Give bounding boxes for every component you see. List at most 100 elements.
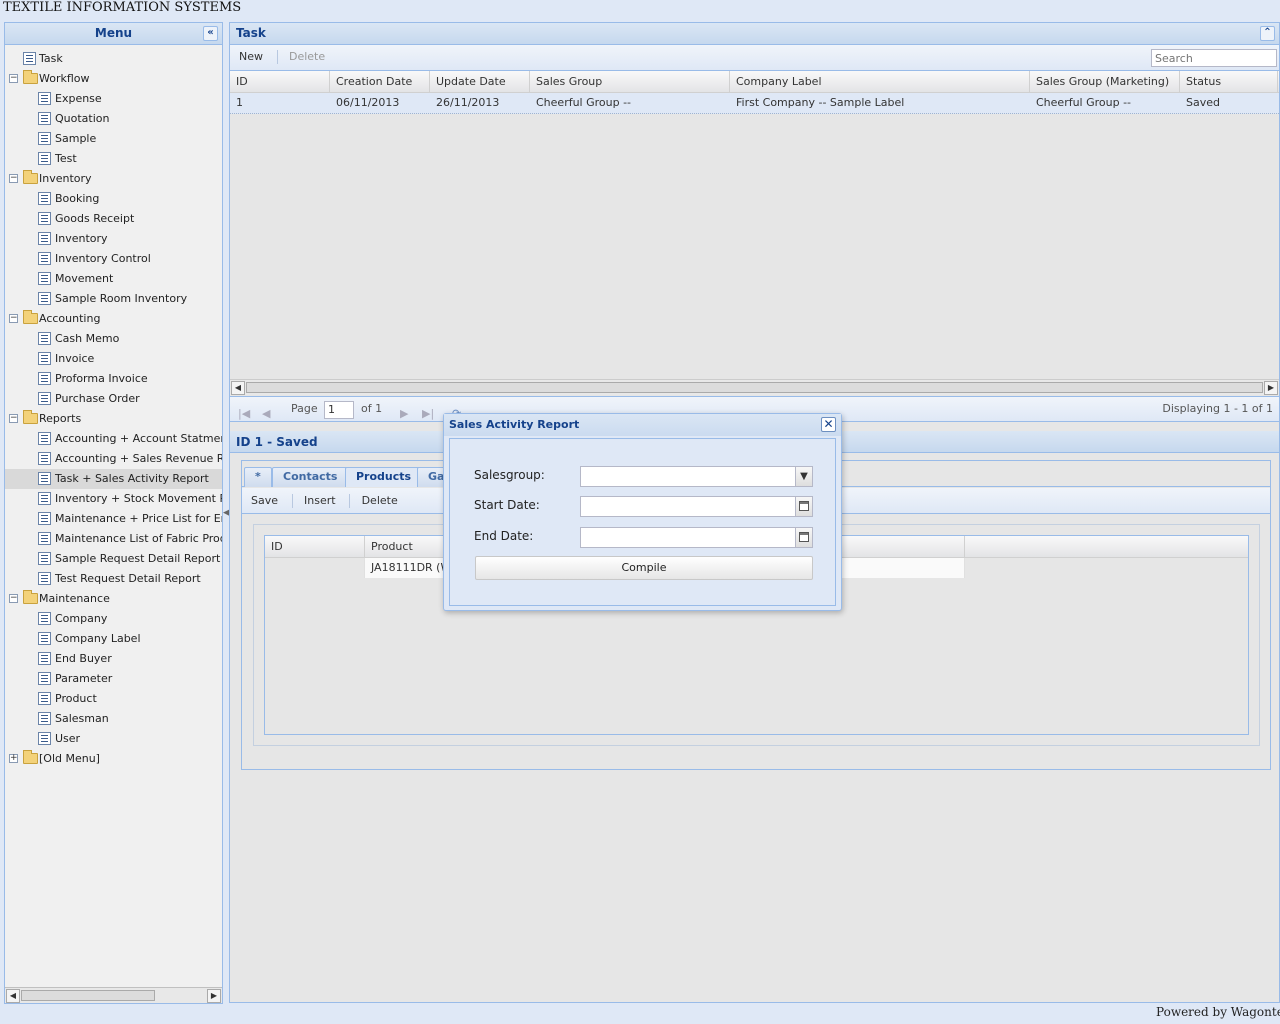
- menu-item[interactable]: Movement: [5, 269, 222, 289]
- menu-item[interactable]: Booking: [5, 189, 222, 209]
- menu-item[interactable]: Task + Sales Activity Report: [5, 469, 222, 489]
- end-date-label: End Date:: [474, 529, 534, 543]
- collapse-icon[interactable]: −: [9, 314, 18, 323]
- toolbar-separator: [276, 50, 278, 64]
- document-icon: [38, 732, 51, 745]
- compile-button[interactable]: Compile: [475, 556, 813, 580]
- start-date-calendar-button[interactable]: [795, 497, 812, 516]
- insert-button[interactable]: Insert: [299, 488, 341, 514]
- menu-item[interactable]: Salesman: [5, 709, 222, 729]
- collapse-icon[interactable]: −: [9, 414, 18, 423]
- page-number-input[interactable]: 1: [324, 401, 354, 419]
- column-header-company-label[interactable]: Company Label: [730, 71, 1030, 93]
- start-date-field[interactable]: [580, 496, 813, 517]
- column-header-creation-date[interactable]: Creation Date: [330, 71, 430, 93]
- last-page-icon[interactable]: ▶|: [422, 402, 434, 426]
- salesgroup-combobox[interactable]: ▼: [580, 466, 813, 487]
- menu-item[interactable]: Sample: [5, 129, 222, 149]
- tab-products[interactable]: Products: [345, 467, 423, 487]
- menu-item-label: End Buyer: [55, 652, 112, 665]
- menu-item[interactable]: Expense: [5, 89, 222, 109]
- toolbar-separator: [291, 494, 293, 508]
- tab-contacts[interactable]: Contacts: [272, 467, 349, 487]
- menu-item[interactable]: Parameter: [5, 669, 222, 689]
- scroll-right-arrow-icon[interactable]: ▶: [207, 989, 221, 1003]
- scroll-thumb[interactable]: [21, 990, 155, 1001]
- save-button[interactable]: Save: [246, 488, 283, 514]
- column-header-sales-group-marketing[interactable]: Sales Group (Marketing): [1030, 71, 1180, 93]
- task-grid-horizontal-scrollbar[interactable]: ◀ ▶: [230, 379, 1279, 395]
- menu-item[interactable]: Sample Room Inventory: [5, 289, 222, 309]
- menu-item[interactable]: Inventory + Stock Movement Report: [5, 489, 222, 509]
- menu-folder[interactable]: − Maintenance: [5, 589, 222, 609]
- menu-item[interactable]: Invoice: [5, 349, 222, 369]
- scroll-right-arrow-icon[interactable]: ▶: [1264, 381, 1278, 395]
- menu-item[interactable]: Purchase Order: [5, 389, 222, 409]
- page-label: Page: [291, 402, 318, 415]
- column-header-sales-group[interactable]: Sales Group: [530, 71, 730, 93]
- table-row[interactable]: 1 06/11/2013 26/11/2013 Cheerful Group -- Fi…: [230, 93, 1279, 114]
- expand-icon[interactable]: +: [9, 754, 18, 763]
- scroll-left-arrow-icon[interactable]: ◀: [231, 381, 245, 395]
- menu-folder[interactable]: − Accounting: [5, 309, 222, 329]
- next-page-icon[interactable]: ▶: [400, 402, 408, 426]
- menu-folder[interactable]: − Reports: [5, 409, 222, 429]
- start-date-label: Start Date:: [474, 498, 540, 512]
- powered-by-footer: Powered by Wagontec: [1156, 1005, 1280, 1019]
- displaying-status: Displaying 1 - 1 of 1: [1162, 402, 1273, 415]
- menu-item[interactable]: Accounting + Sales Revenue Report: [5, 449, 222, 469]
- scroll-left-arrow-icon[interactable]: ◀: [6, 989, 20, 1003]
- menu-item[interactable]: Test Request Detail Report: [5, 569, 222, 589]
- close-icon[interactable]: ✕: [821, 417, 836, 432]
- menu-item[interactable]: Maintenance List of Fabric Products: [5, 529, 222, 549]
- end-date-field[interactable]: [580, 527, 813, 548]
- menu-folder[interactable]: + [Old Menu]: [5, 749, 222, 769]
- cell-status: Saved: [1186, 96, 1220, 109]
- menu-item[interactable]: Task: [5, 49, 222, 69]
- end-date-calendar-button[interactable]: [795, 528, 812, 547]
- menu-item[interactable]: Test: [5, 149, 222, 169]
- delete-button[interactable]: Delete: [284, 45, 330, 69]
- collapse-icon[interactable]: −: [9, 74, 18, 83]
- collapse-panel-button[interactable]: ⌃: [1260, 26, 1275, 41]
- menu-item[interactable]: Company Label: [5, 629, 222, 649]
- first-page-icon[interactable]: |◀: [238, 402, 250, 426]
- detail-delete-button[interactable]: Delete: [357, 488, 403, 514]
- column-header-id[interactable]: ID: [230, 71, 330, 93]
- menu-item[interactable]: Quotation: [5, 109, 222, 129]
- menu-item[interactable]: Inventory Control: [5, 249, 222, 269]
- toolbar-separator: [349, 494, 351, 508]
- menu-item[interactable]: Accounting + Account Statment: [5, 429, 222, 449]
- menu-item[interactable]: End Buyer: [5, 649, 222, 669]
- column-header-update-date[interactable]: Update Date: [430, 71, 530, 93]
- calendar-icon: [799, 532, 809, 542]
- menu-item[interactable]: Product: [5, 689, 222, 709]
- collapse-icon[interactable]: −: [9, 594, 18, 603]
- menu-item[interactable]: Cash Memo: [5, 329, 222, 349]
- chevron-down-icon[interactable]: ▼: [795, 467, 812, 486]
- scroll-thumb[interactable]: [246, 382, 1263, 393]
- menu-item[interactable]: Inventory: [5, 229, 222, 249]
- document-icon: [38, 232, 51, 245]
- menu-item[interactable]: Proforma Invoice: [5, 369, 222, 389]
- collapse-icon[interactable]: −: [9, 174, 18, 183]
- menu-item[interactable]: Sample Request Detail Report: [5, 549, 222, 569]
- menu-folder[interactable]: − Workflow: [5, 69, 222, 89]
- menu-item-label: Reports: [39, 412, 82, 425]
- menu-item-label: Test Request Detail Report: [55, 572, 201, 585]
- column-header-id[interactable]: ID: [265, 536, 365, 558]
- new-button[interactable]: New: [234, 45, 268, 69]
- prev-page-icon[interactable]: ◀: [262, 402, 270, 426]
- search-input[interactable]: [1151, 49, 1277, 67]
- menu-item[interactable]: Goods Receipt: [5, 209, 222, 229]
- sidebar-horizontal-scrollbar[interactable]: ◀ ▶: [5, 987, 222, 1003]
- menu-item[interactable]: Maintenance + Price List for End Buyer: [5, 509, 222, 529]
- collapse-menu-button[interactable]: «: [203, 26, 218, 41]
- task-panel-title: Task: [236, 26, 266, 40]
- column-header-status[interactable]: Status: [1180, 71, 1278, 93]
- menu-folder[interactable]: − Inventory: [5, 169, 222, 189]
- menu-item[interactable]: Company: [5, 609, 222, 629]
- menu-item-label: Company: [55, 612, 108, 625]
- tab-star[interactable]: *: [244, 467, 272, 487]
- menu-item[interactable]: User: [5, 729, 222, 749]
